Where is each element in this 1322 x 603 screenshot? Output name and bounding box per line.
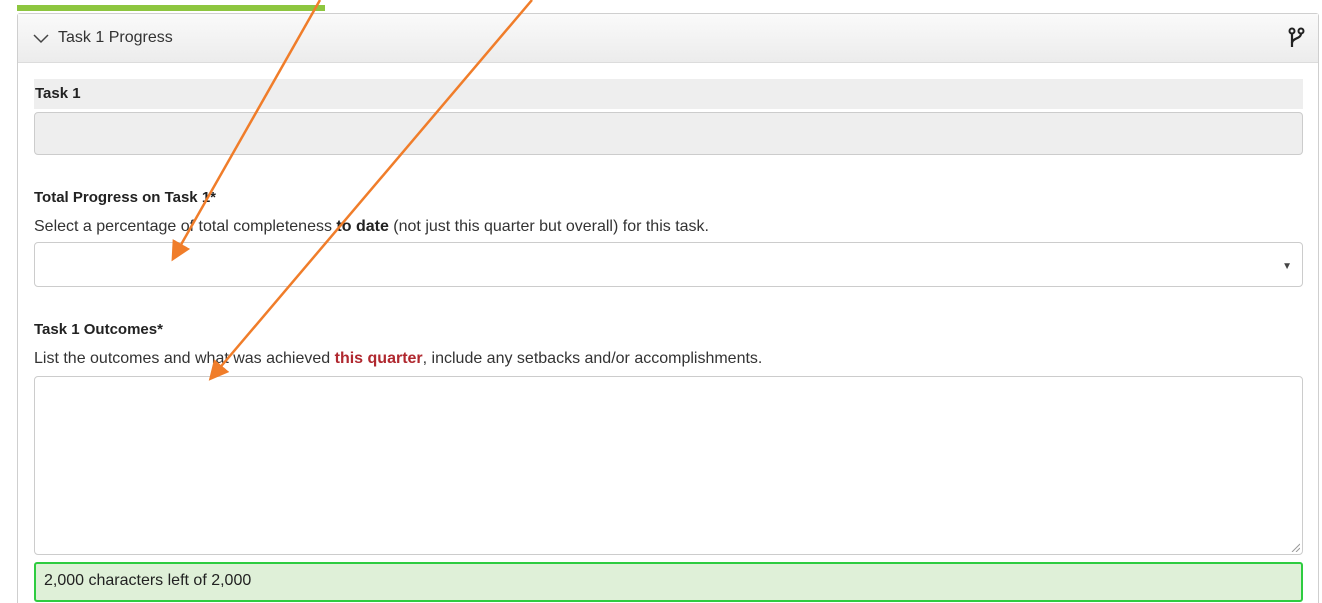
accent-progress-bar [17, 5, 325, 11]
outcomes-textarea[interactable] [34, 376, 1303, 555]
progress-select[interactable]: ▼ [34, 242, 1303, 287]
progress-help-bold: to date [336, 218, 389, 235]
task-panel: Task 1 Progress Task 1 Total Progress on… [17, 13, 1319, 603]
progress-label: Total Progress on Task 1* [34, 189, 216, 206]
progress-help-suffix: (not just this quarter but overall) for … [388, 218, 709, 235]
progress-help-text: Select a percentage of total completenes… [34, 218, 1303, 236]
resize-grip-icon[interactable] [1290, 542, 1300, 552]
branch-icon[interactable] [1288, 27, 1306, 49]
progress-help-prefix: Select a percentage of total completenes… [34, 218, 337, 235]
outcomes-help-suffix: , include any setbacks and/or accomplish… [422, 350, 763, 367]
panel-header-toggle[interactable]: Task 1 Progress [18, 14, 1318, 63]
outcomes-help-text: List the outcomes and what was achieved … [34, 350, 1303, 368]
task-section-label: Task 1 [34, 79, 1303, 109]
character-counter: 2,000 characters left of 2,000 [34, 562, 1303, 602]
dropdown-caret-icon: ▼ [1282, 261, 1292, 272]
page: Task 1 Progress Task 1 Total Progress on… [0, 0, 1322, 603]
task-name-field [34, 112, 1303, 155]
outcomes-help-highlight: this quarter [334, 350, 423, 367]
panel-body: Task 1 Total Progress on Task 1* Select … [18, 63, 1318, 602]
outcomes-help-prefix: List the outcomes and what was achieved [34, 350, 335, 367]
outcomes-label: Task 1 Outcomes* [34, 321, 163, 338]
panel-title: Task 1 Progress [58, 29, 173, 46]
chevron-down-icon [32, 29, 50, 47]
